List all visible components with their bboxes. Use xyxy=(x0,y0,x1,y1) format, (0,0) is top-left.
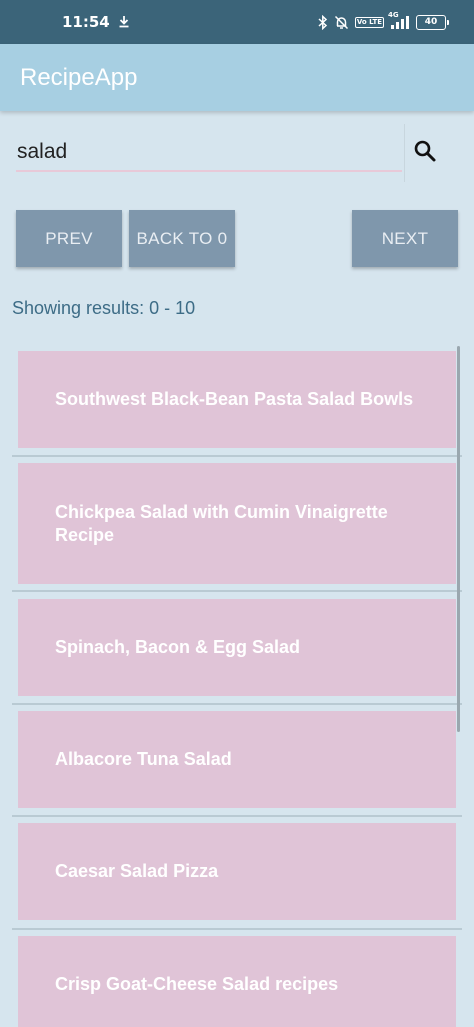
mute-bell-icon xyxy=(334,15,349,30)
volte-icon: Vo LTE xyxy=(354,16,384,28)
app-bar: RecipeApp xyxy=(0,44,474,111)
list-divider xyxy=(12,703,462,705)
search-button[interactable] xyxy=(408,136,442,170)
recipe-title: Spinach, Bacon & Egg Salad xyxy=(55,637,301,657)
status-bar: 11:54 Vo LTE 4G 40 xyxy=(0,0,474,44)
recipe-title: Chickpea Salad with Cumin Vinaigrette Re… xyxy=(55,501,388,545)
recipe-list[interactable]: Southwest Black-Bean Pasta Salad Bowls C… xyxy=(12,344,462,1027)
list-scrollbar[interactable] xyxy=(457,346,460,732)
results-info: Showing results: 0 - 10 xyxy=(12,298,196,318)
app-title: RecipeApp xyxy=(20,63,138,91)
prev-button[interactable]: PREV xyxy=(16,210,122,267)
recipe-title: Albacore Tuna Salad xyxy=(55,749,232,769)
search-input[interactable] xyxy=(16,134,402,172)
signal-icon: 4G xyxy=(388,11,410,29)
recipe-title: Caesar Salad Pizza xyxy=(55,861,219,881)
back-to-zero-button[interactable]: BACK TO 0 xyxy=(129,210,235,267)
list-divider xyxy=(12,455,462,457)
recipe-list-item[interactable]: Albacore Tuna Salad xyxy=(18,711,456,808)
recipe-list-item[interactable]: Southwest Black-Bean Pasta Salad Bowls xyxy=(18,351,456,448)
network-label: 4G xyxy=(388,11,399,19)
status-time: 11:54 xyxy=(62,13,110,31)
status-right: Vo LTE 4G 40 xyxy=(318,11,449,30)
next-button[interactable]: NEXT xyxy=(352,210,458,267)
list-divider xyxy=(12,815,462,817)
list-divider xyxy=(12,928,462,930)
status-left: 11:54 xyxy=(62,13,130,32)
search-divider xyxy=(404,124,405,182)
battery-icon: 40 xyxy=(416,14,449,30)
search-icon xyxy=(413,139,437,168)
recipe-list-item[interactable]: Chickpea Salad with Cumin Vinaigrette Re… xyxy=(18,463,456,584)
download-icon xyxy=(118,13,130,32)
bluetooth-icon xyxy=(318,14,328,30)
recipe-list-item[interactable]: Spinach, Bacon & Egg Salad xyxy=(18,599,456,696)
search-row xyxy=(16,124,446,182)
recipe-list-item[interactable]: Caesar Salad Pizza xyxy=(18,823,456,920)
recipe-title: Crisp Goat-Cheese Salad recipes xyxy=(55,974,339,994)
recipe-list-item[interactable]: Crisp Goat-Cheese Salad recipes xyxy=(18,936,456,1027)
list-divider xyxy=(12,590,462,592)
recipe-title: Southwest Black-Bean Pasta Salad Bowls xyxy=(55,389,414,409)
